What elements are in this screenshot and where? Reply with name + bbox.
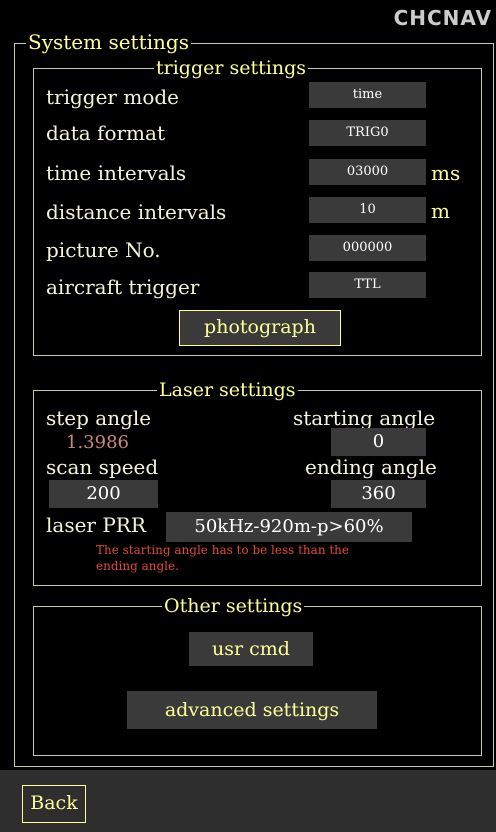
laser-prr-label: laser PRR: [46, 513, 146, 537]
time-intervals-field[interactable]: 03000: [309, 159, 426, 185]
picture-no-label: picture No.: [46, 238, 161, 262]
distance-intervals-unit: m: [431, 199, 450, 223]
back-button[interactable]: Back: [22, 785, 86, 823]
trigger-settings-title: trigger settings: [154, 57, 308, 79]
time-intervals-label: time intervals: [46, 161, 187, 185]
step-angle-label: step angle: [46, 406, 152, 430]
scan-speed-label: scan speed: [46, 455, 159, 479]
angle-warning-line2: ending angle.: [96, 559, 179, 573]
starting-angle-label: starting angle: [293, 406, 436, 430]
angle-warning-line1: The starting angle has to be less than t…: [96, 543, 350, 557]
laser-prr-select[interactable]: 50kHz-920m-p>60%: [166, 512, 412, 542]
laser-settings-title: Laser settings: [157, 379, 298, 401]
step-angle-value: 1.3986: [66, 432, 129, 453]
advanced-settings-button[interactable]: advanced settings: [127, 691, 377, 729]
picture-no-field[interactable]: 000000: [309, 235, 426, 261]
data-format-label: data format: [46, 121, 165, 145]
chcnav-logo: CHCNAV: [393, 6, 492, 30]
ending-angle-field[interactable]: 360: [331, 480, 426, 508]
aircraft-trigger-label: aircraft trigger: [46, 275, 200, 299]
data-format-field[interactable]: TRIG0: [309, 120, 426, 146]
photograph-button[interactable]: photograph: [179, 310, 341, 346]
time-intervals-unit: ms: [431, 161, 461, 185]
distance-intervals-field[interactable]: 10: [309, 197, 426, 223]
system-settings-title: System settings: [26, 30, 191, 54]
trigger-mode-label: trigger mode: [46, 85, 179, 109]
trigger-mode-field[interactable]: time: [309, 82, 426, 108]
starting-angle-field[interactable]: 0: [331, 428, 426, 456]
scan-speed-field[interactable]: 200: [49, 480, 158, 508]
aircraft-trigger-field[interactable]: TTL: [309, 272, 426, 298]
usr-cmd-button[interactable]: usr cmd: [189, 632, 313, 666]
distance-intervals-label: distance intervals: [46, 200, 227, 224]
other-settings-frame: [33, 606, 482, 756]
other-settings-title: Other settings: [162, 595, 305, 617]
ending-angle-label: ending angle: [305, 455, 437, 479]
